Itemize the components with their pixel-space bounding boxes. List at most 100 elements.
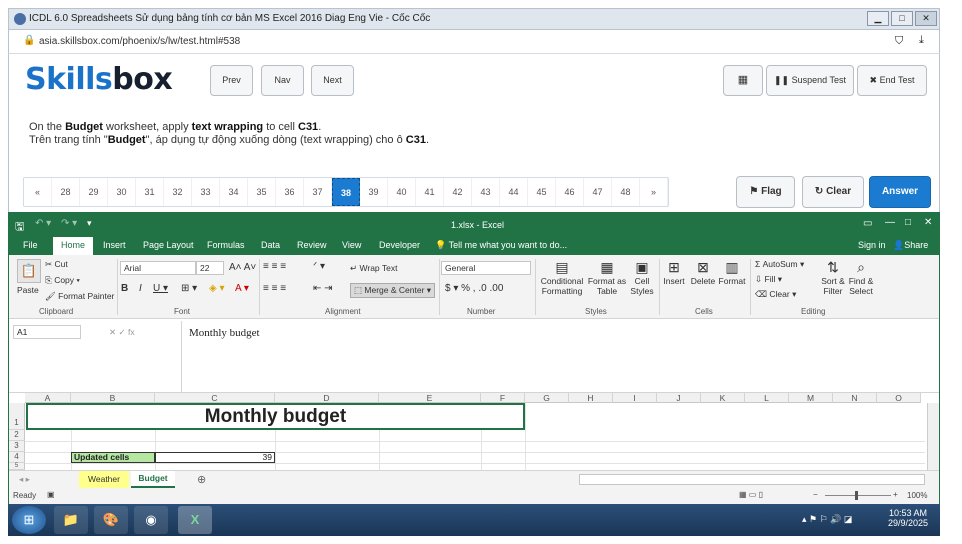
fill-button[interactable]: ⇩ Fill ▾ xyxy=(755,274,782,285)
column-header[interactable]: C xyxy=(155,393,275,403)
zoom-slider-thumb[interactable] xyxy=(855,491,858,500)
clear-button[interactable]: ↻ Clear xyxy=(802,176,864,208)
save-icon[interactable]: 🖫 xyxy=(15,218,24,237)
shield-icon[interactable]: ⛉ xyxy=(895,35,903,48)
tab-developer[interactable]: Developer xyxy=(379,240,420,250)
download-icon[interactable]: ⤓ xyxy=(919,34,924,47)
nav-button[interactable]: Nav xyxy=(261,65,304,96)
pager-first-button[interactable]: « xyxy=(24,178,52,206)
cell-styles-button[interactable]: ▣ Cell Styles xyxy=(627,259,657,296)
clock[interactable]: 10:53 AM 29/9/2025 xyxy=(888,508,928,528)
row-header[interactable]: 5 xyxy=(9,463,25,470)
start-button[interactable]: ⊞ xyxy=(12,506,46,534)
excel-app-icon[interactable]: X xyxy=(178,506,212,534)
calculator-button[interactable]: ▦ xyxy=(723,65,763,96)
column-header[interactable]: A xyxy=(25,393,71,403)
row-header[interactable]: 1 xyxy=(9,403,25,430)
horizontal-scrollbar[interactable] xyxy=(579,474,925,485)
page-38[interactable]: 38 xyxy=(332,178,360,206)
page-29[interactable]: 29 xyxy=(80,178,108,206)
redo-icon[interactable]: ↷ ▾ xyxy=(61,218,77,229)
zoom-in-icon[interactable]: + xyxy=(893,490,898,499)
delete-cells-button[interactable]: ⊠ Delete xyxy=(689,259,717,286)
customize-qat-icon[interactable]: ▾ xyxy=(87,218,92,229)
vertical-align-icons[interactable]: ≡ ≡ ≡ xyxy=(263,261,286,272)
excel-minimize-icon[interactable]: — xyxy=(885,217,895,228)
page-42[interactable]: 42 xyxy=(444,178,472,206)
tell-me-box[interactable]: 💡 Tell me what you want to do... xyxy=(435,240,567,251)
font-size-select[interactable]: 22 xyxy=(196,261,224,275)
zoom-out-icon[interactable]: − xyxy=(813,490,818,499)
column-header[interactable]: O xyxy=(877,393,921,403)
insert-cells-button[interactable]: ⊞ Insert xyxy=(661,259,687,286)
tab-insert[interactable]: Insert xyxy=(103,240,126,250)
column-header[interactable]: K xyxy=(701,393,745,403)
excel-close-icon[interactable]: ✕ xyxy=(924,217,932,228)
find-select-button[interactable]: ⌕ Find & Select xyxy=(845,259,877,296)
formula-input[interactable]: Monthly budget xyxy=(189,327,260,339)
orientation-icon[interactable]: ᐟ ▾ xyxy=(313,261,325,272)
sheet-tab-weather[interactable]: Weather xyxy=(79,471,129,488)
close-icon[interactable]: ✕ xyxy=(915,11,937,26)
row-header[interactable]: 2 xyxy=(9,430,25,441)
page-28[interactable]: 28 xyxy=(52,178,80,206)
column-header[interactable]: M xyxy=(789,393,833,403)
sheet-nav-arrows-icon[interactable]: ◂ ▸ xyxy=(19,474,30,485)
page-30[interactable]: 30 xyxy=(108,178,136,206)
cell-b4[interactable]: Updated cells xyxy=(71,452,155,463)
add-sheet-icon[interactable]: ⊕ xyxy=(197,473,206,486)
tab-home[interactable]: Home xyxy=(53,237,94,255)
tab-review[interactable]: Review xyxy=(297,240,327,250)
tab-formulas[interactable]: Formulas xyxy=(207,240,245,250)
coccoc-browser-icon[interactable]: ◉ xyxy=(134,506,168,534)
zoom-level[interactable]: 100% xyxy=(907,491,927,500)
url-text[interactable]: asia.skillsbox.com/phoenix/s/lw/test.htm… xyxy=(39,36,240,47)
page-43[interactable]: 43 xyxy=(472,178,500,206)
page-46[interactable]: 46 xyxy=(556,178,584,206)
paste-button[interactable]: Paste xyxy=(17,285,39,295)
font-color-icon[interactable]: A ▾ xyxy=(235,283,249,294)
bold-button[interactable]: B xyxy=(121,283,128,294)
formula-cancel-enter-fx-icons[interactable]: ✕ ✓ fx xyxy=(109,327,135,338)
page-40[interactable]: 40 xyxy=(388,178,416,206)
horizontal-align-icons[interactable]: ≡ ≡ ≡ xyxy=(263,283,286,294)
address-bar[interactable]: 🔒 asia.skillsbox.com/phoenix/s/lw/test.h… xyxy=(8,30,940,54)
column-header[interactable]: F xyxy=(481,393,525,403)
font-size-grow-shrink-icons[interactable]: A˄ A˅ xyxy=(229,262,256,273)
column-header[interactable]: J xyxy=(657,393,701,403)
column-header[interactable]: N xyxy=(833,393,877,403)
format-cells-button[interactable]: ▥ Format xyxy=(717,259,747,286)
next-button[interactable]: Next xyxy=(311,65,354,96)
macro-record-icon[interactable]: ▣ xyxy=(47,490,55,499)
clear-button-ribbon[interactable]: ⌫ Clear ▾ xyxy=(755,289,796,300)
column-header[interactable]: D xyxy=(275,393,379,403)
indent-icons[interactable]: ⇤ ⇥ xyxy=(313,283,333,294)
page-47[interactable]: 47 xyxy=(584,178,612,206)
paste-icon[interactable]: 📋 xyxy=(17,259,41,283)
copy-button[interactable]: ⎘ Copy ▾ xyxy=(45,275,80,286)
wrap-text-button[interactable]: ↵ Wrap Text xyxy=(350,263,397,274)
excel-restore-icon[interactable]: □ xyxy=(905,217,911,228)
page-45[interactable]: 45 xyxy=(528,178,556,206)
fill-color-icon[interactable]: ◈ ▾ xyxy=(209,283,225,294)
page-34[interactable]: 34 xyxy=(220,178,248,206)
cell-a1-title[interactable]: Monthly budget xyxy=(26,403,525,430)
merge-center-button[interactable]: ⬚ Merge & Center ▾ xyxy=(350,283,436,298)
format-as-table-button[interactable]: ▦ Format as Table xyxy=(587,259,627,296)
page-32[interactable]: 32 xyxy=(164,178,192,206)
sheet-tab-budget[interactable]: Budget xyxy=(131,471,175,488)
pager-last-button[interactable]: » xyxy=(640,178,668,206)
number-format-icons[interactable]: $ ▾ % , .0 .00 xyxy=(445,283,503,294)
column-header[interactable]: H xyxy=(569,393,613,403)
prev-button[interactable]: Prev xyxy=(210,65,253,96)
undo-icon[interactable]: ↶ ▾ xyxy=(35,218,51,229)
row-header[interactable]: 4 xyxy=(9,452,25,463)
page-33[interactable]: 33 xyxy=(192,178,220,206)
autosum-button[interactable]: Σ AutoSum ▾ xyxy=(755,259,804,270)
page-39[interactable]: 39 xyxy=(360,178,388,206)
page-35[interactable]: 35 xyxy=(248,178,276,206)
sign-in-link[interactable]: Sign in xyxy=(858,240,886,250)
column-header[interactable]: I xyxy=(613,393,657,403)
paint-app-icon[interactable]: 🎨 xyxy=(94,506,128,534)
conditional-formatting-button[interactable]: ▤ Conditional Formatting xyxy=(539,259,585,296)
